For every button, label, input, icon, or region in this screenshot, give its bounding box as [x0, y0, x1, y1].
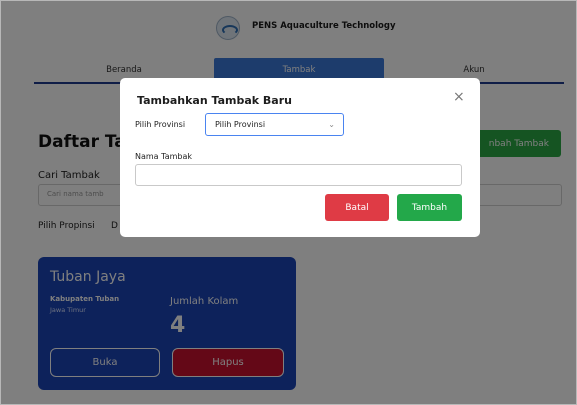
province-select-value: Pilih Provinsi	[215, 120, 266, 129]
chevron-down-icon: ⌄	[328, 120, 335, 129]
add-pond-modal: Tambahkan Tambak Baru × Pilih Provinsi P…	[120, 78, 480, 237]
modal-title: Tambahkan Tambak Baru	[137, 94, 292, 107]
province-select[interactable]: Pilih Provinsi ⌄	[205, 113, 344, 136]
pond-name-label: Nama Tambak	[135, 152, 192, 161]
submit-button[interactable]: Tambah	[397, 194, 462, 221]
province-label: Pilih Provinsi	[135, 120, 186, 129]
pond-name-input[interactable]	[135, 164, 462, 186]
cancel-button[interactable]: Batal	[325, 194, 389, 221]
close-icon[interactable]: ×	[453, 90, 465, 104]
